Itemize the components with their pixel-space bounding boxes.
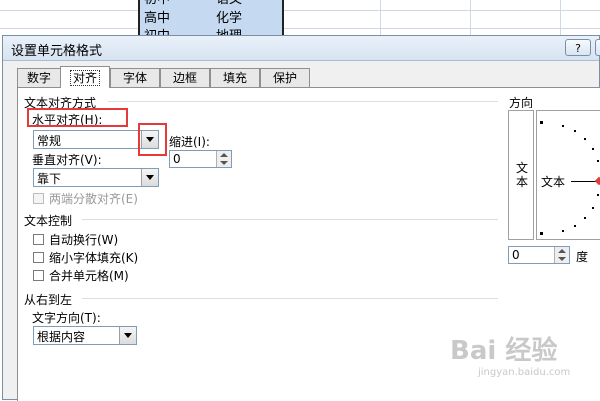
orientation-tick bbox=[562, 230, 564, 232]
vertical-alignment-label: 垂直对齐(V): bbox=[32, 153, 102, 167]
tab-number[interactable]: 数字 bbox=[17, 68, 61, 87]
arrow-up-icon bbox=[220, 153, 228, 157]
chevron-down-icon bbox=[124, 333, 132, 338]
tab-border[interactable]: 边框 bbox=[160, 68, 210, 87]
orientation-tick bbox=[597, 194, 599, 196]
orientation-tick bbox=[592, 207, 594, 209]
text-direction-value: 根据内容 bbox=[37, 330, 86, 344]
indent-value: 0 bbox=[173, 152, 181, 166]
cell[interactable]: 化学 bbox=[216, 11, 242, 27]
baidu-watermark: Bai 经验 bbox=[450, 336, 558, 366]
vertical-text-button[interactable]: 文本 bbox=[508, 110, 534, 240]
indent-label: 缩进(I): bbox=[169, 135, 210, 149]
orientation-tick bbox=[592, 148, 594, 150]
highlight-box bbox=[138, 123, 167, 156]
wrap-text-checkbox[interactable] bbox=[33, 234, 44, 245]
separator bbox=[82, 298, 498, 299]
tab-fill[interactable]: 填充 bbox=[210, 68, 260, 87]
distributed-label: 两端分散对齐(E) bbox=[49, 192, 138, 206]
rtl-heading: 从右到左 bbox=[24, 293, 73, 307]
merge-cells-checkbox[interactable] bbox=[33, 270, 44, 281]
dropdown-button[interactable] bbox=[141, 169, 158, 186]
degrees-stepper[interactable]: 0 bbox=[508, 246, 570, 264]
orientation-tick bbox=[584, 217, 586, 219]
arrow-down-icon bbox=[558, 257, 566, 261]
arrow-down-icon bbox=[220, 161, 228, 165]
tab-alignment-label: 对齐 bbox=[69, 70, 100, 86]
separator bbox=[82, 219, 498, 220]
orientation-handle[interactable] bbox=[594, 176, 600, 186]
separator bbox=[108, 101, 498, 102]
orientation-tick bbox=[584, 138, 586, 140]
orientation-text-label: 文本 bbox=[541, 175, 566, 189]
tab-protection[interactable]: 保护 bbox=[260, 68, 310, 87]
orientation-box: 文本 文本 bbox=[505, 108, 600, 243]
merge-cells-label: 合并单元格(M) bbox=[49, 269, 129, 283]
tab-font[interactable]: 字体 bbox=[110, 68, 160, 87]
degrees-label: 度 bbox=[576, 250, 589, 264]
shrink-to-fit-label: 缩小字体填充(K) bbox=[49, 251, 139, 265]
spin-buttons[interactable] bbox=[216, 151, 231, 167]
wrap-text-label: 自动换行(W) bbox=[49, 233, 119, 247]
cell[interactable]: 语文 bbox=[216, 0, 242, 8]
orientation-tick bbox=[562, 125, 564, 127]
gridline bbox=[0, 28, 600, 29]
spin-buttons[interactable] bbox=[554, 247, 569, 263]
orientation-tick bbox=[540, 232, 543, 235]
degrees-value: 0 bbox=[512, 248, 520, 262]
gridline bbox=[0, 10, 600, 11]
cell[interactable]: 初中 bbox=[144, 0, 170, 8]
close-button[interactable] bbox=[595, 39, 600, 56]
help-button[interactable]: ? bbox=[565, 39, 591, 56]
shrink-to-fit-checkbox[interactable] bbox=[33, 252, 44, 263]
gridline bbox=[470, 0, 471, 38]
orientation-tick bbox=[574, 225, 576, 227]
horizontal-alignment-value: 常规 bbox=[37, 134, 62, 148]
selected-range[interactable]: 初中 语文 高中 化学 初中 地理 bbox=[138, 0, 284, 38]
baidu-watermark-url: jingyan.baidu.com bbox=[478, 367, 571, 378]
chevron-down-icon bbox=[146, 175, 154, 180]
cell[interactable]: 高中 bbox=[144, 11, 170, 27]
vertical-alignment-select[interactable]: 靠下 bbox=[33, 168, 159, 187]
tab-alignment[interactable]: 对齐 bbox=[60, 66, 110, 88]
distributed-checkbox[interactable] bbox=[33, 193, 44, 204]
vertical-alignment-value: 靠下 bbox=[37, 172, 62, 186]
dropdown-button[interactable] bbox=[119, 327, 136, 344]
vertical-text-label: 文本 bbox=[516, 161, 529, 189]
text-direction-label: 文字方向(T): bbox=[32, 311, 101, 325]
text-control-heading: 文本控制 bbox=[24, 214, 73, 228]
spreadsheet-background: 初中 语文 高中 化学 初中 地理 bbox=[0, 0, 600, 38]
indent-stepper[interactable]: 0 bbox=[169, 150, 232, 168]
arrow-up-icon bbox=[558, 249, 566, 253]
orientation-tick bbox=[540, 121, 543, 124]
dialog-title: 设置单元格格式 bbox=[11, 44, 103, 59]
gridline bbox=[560, 0, 561, 38]
orientation-dial[interactable]: 文本 bbox=[536, 110, 600, 240]
orientation-tick bbox=[574, 130, 576, 132]
highlight-box bbox=[27, 108, 128, 127]
gridline bbox=[380, 0, 381, 38]
text-direction-select[interactable]: 根据内容 bbox=[33, 326, 137, 345]
orientation-tick bbox=[597, 160, 599, 162]
title-bar[interactable]: 设置单元格格式 ? bbox=[3, 36, 600, 61]
